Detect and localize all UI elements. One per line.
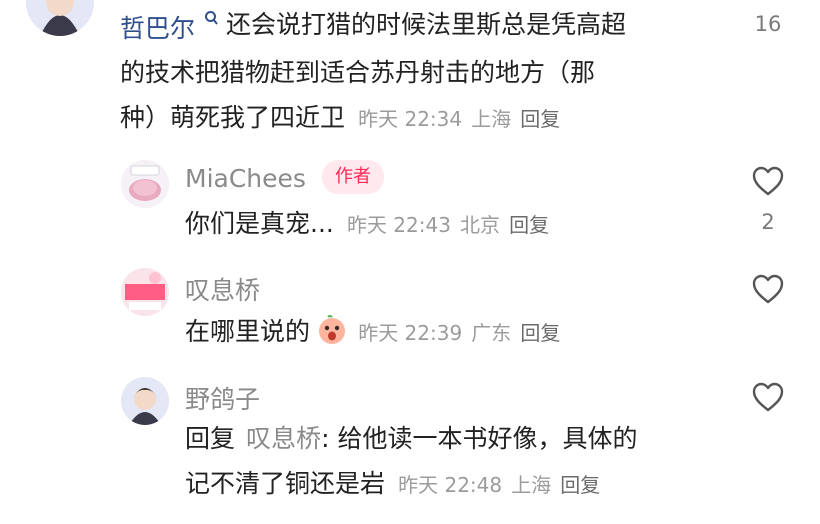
reply-text: : 给他读一本书好像，具体的 [321, 424, 638, 453]
comment-location: 上海 [471, 107, 512, 131]
comment-text-line-1: 还会说打猎的时候法里斯总是凭高超 [226, 10, 627, 39]
reply-time: 昨天 22:43 [346, 213, 451, 237]
reply-time: 昨天 22:39 [358, 321, 463, 345]
reply-text: 在哪里说的 [185, 317, 311, 346]
reply-location: 北京 [460, 213, 501, 237]
heart-outline-icon[interactable] [751, 165, 785, 197]
reply-line: 你们是真宠... 昨天 22:43 北京 回复 [185, 201, 549, 246]
comment-time: 昨天 22:34 [358, 107, 463, 131]
reply-button[interactable]: 回复 [560, 473, 600, 497]
heart-outline-icon[interactable] [751, 273, 785, 305]
comment-username[interactable]: 哲巴尔 [120, 9, 195, 45]
reply-username[interactable]: 叹息桥 [185, 271, 260, 307]
avatar[interactable] [26, 0, 94, 36]
comment-text-line-2: 的技术把猎物赶到适合苏丹射击的地方（那 [120, 58, 596, 87]
shocked-face-icon [317, 315, 347, 345]
avatar[interactable] [121, 160, 169, 208]
reply-location: 上海 [511, 473, 552, 497]
reply-text-line-1: 回复 叹息桥: 给他读一本书好像，具体的 [185, 416, 638, 461]
reply-prefix: 回复 [185, 424, 236, 453]
reply-username[interactable]: 野鸽子 [185, 380, 260, 416]
like-count: 16 [754, 12, 782, 36]
comment-line-3: 种）萌死我了四近卫 昨天 22:34 上海 回复 [120, 95, 560, 140]
verified-icon [204, 10, 220, 28]
reply-location: 广东 [471, 321, 512, 345]
reply-text: 记不清了铜还是岩 [185, 469, 386, 498]
reply-text-line-2: 记不清了铜还是岩 昨天 22:48 上海 回复 [185, 461, 600, 506]
reply-target-username[interactable]: 叹息桥 [246, 424, 321, 453]
reply-username[interactable]: MiaChees [185, 164, 306, 193]
reply-time: 昨天 22:48 [398, 473, 503, 497]
reply-line: 在哪里说的 昨天 22:39 广东 回复 [185, 309, 560, 354]
heart-outline-icon[interactable] [751, 381, 785, 413]
reply-button[interactable]: 回复 [520, 321, 560, 345]
comment-text-line-3: 种）萌死我了四近卫 [120, 103, 346, 132]
reply-button[interactable]: 回复 [520, 107, 560, 131]
reply-text: 你们是真宠... [185, 209, 334, 238]
avatar[interactable] [121, 377, 169, 425]
like-count: 2 [761, 210, 775, 234]
author-badge: 作者 [322, 160, 384, 194]
reply-button[interactable]: 回复 [509, 213, 549, 237]
avatar[interactable] [121, 268, 169, 316]
